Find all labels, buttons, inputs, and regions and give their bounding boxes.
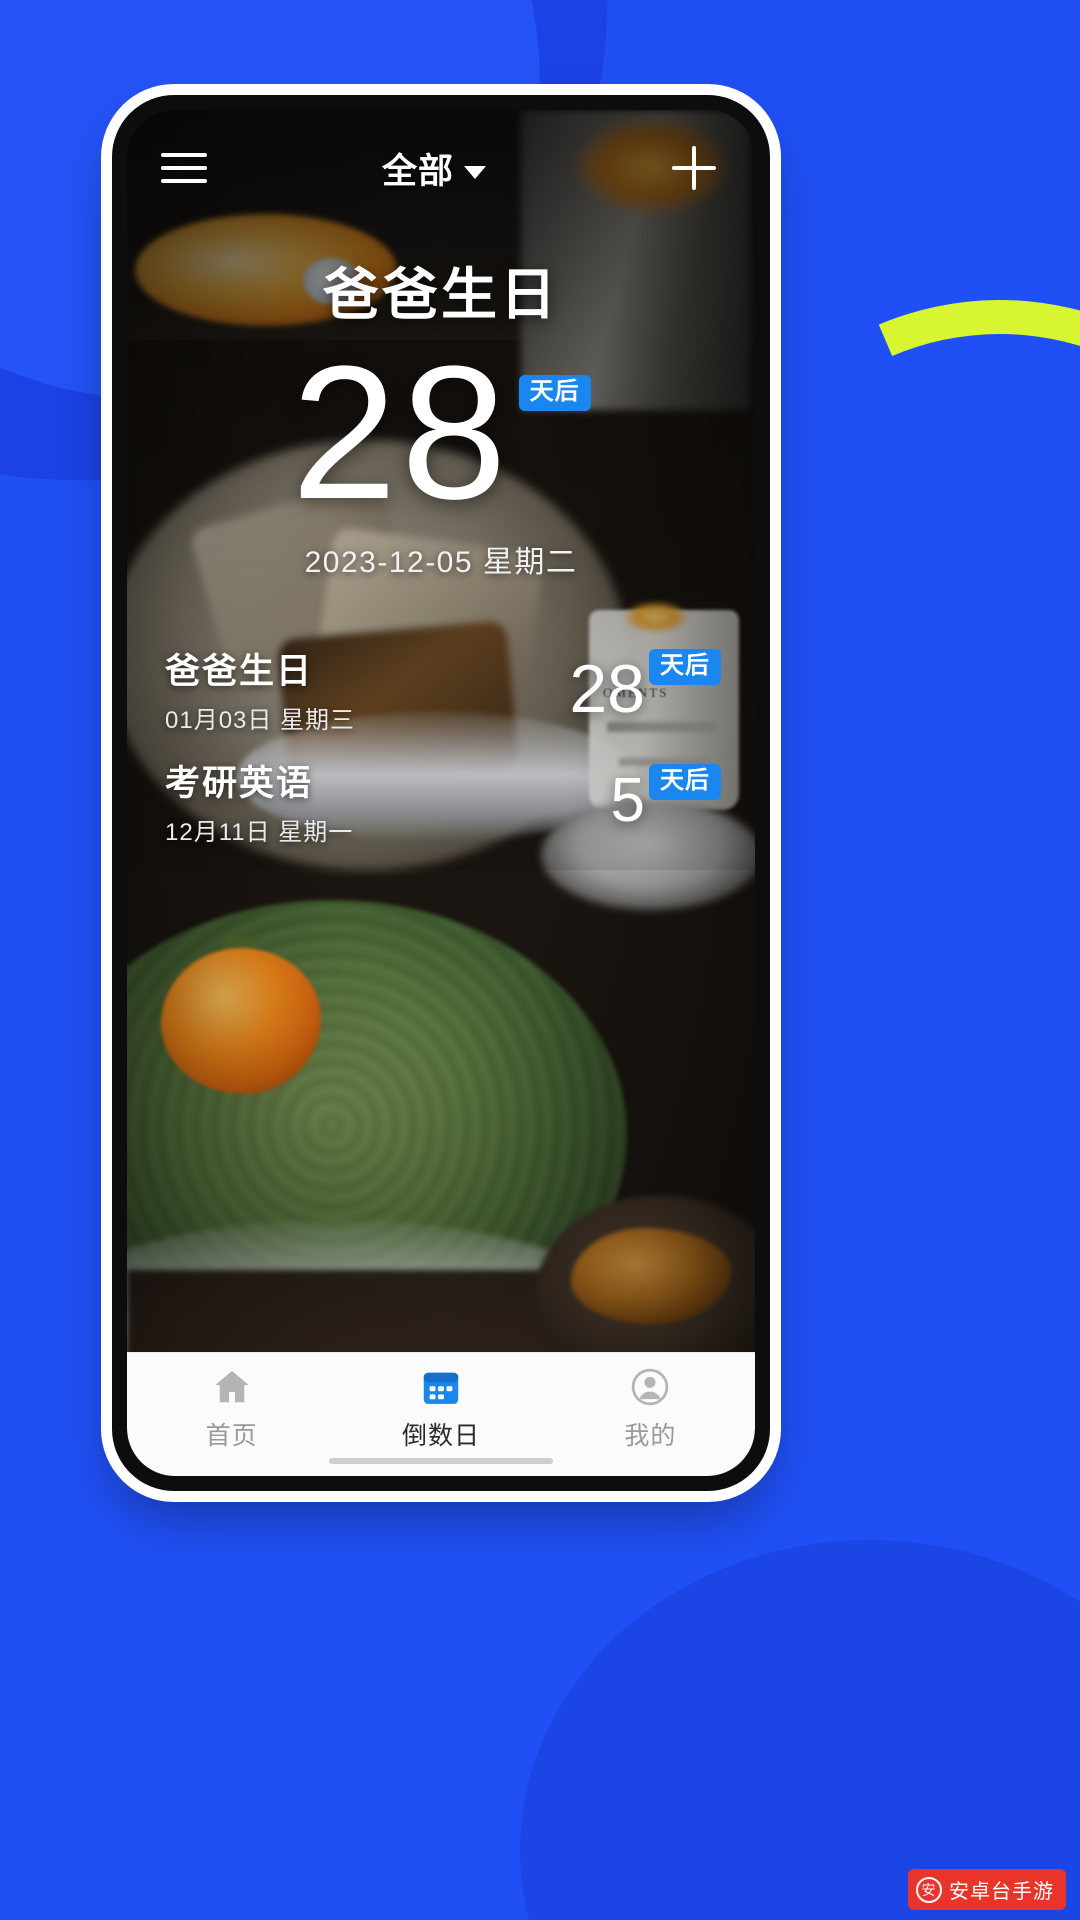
nav-label-countdown: 倒数日 bbox=[401, 1422, 480, 1450]
add-countdown-button[interactable] bbox=[667, 141, 721, 195]
phone-screen: OMENTS 全部 bbox=[127, 110, 755, 1476]
nav-label-home: 首页 bbox=[205, 1422, 258, 1450]
list-item-date: 12月11日 星期一 bbox=[165, 818, 354, 846]
nav-label-profile: 我的 bbox=[624, 1422, 677, 1450]
list-item-days-badge: 天后 bbox=[649, 648, 721, 685]
category-filter-button[interactable]: 全部 bbox=[201, 143, 667, 194]
featured-days-number: 28 bbox=[291, 327, 511, 539]
person-icon bbox=[632, 1368, 669, 1406]
calendar-icon bbox=[423, 1372, 459, 1404]
list-item[interactable]: 考研英语 12月11日 星期一 5 天后 bbox=[127, 745, 755, 857]
home-indicator-bar bbox=[329, 1458, 553, 1464]
list-item-count-group: 28 天后 bbox=[569, 648, 721, 727]
featured-title: 爸爸生日 bbox=[323, 263, 559, 326]
featured-date: 2023-12-05 星期二 bbox=[304, 545, 578, 579]
list-item-days-number: 5 bbox=[610, 765, 645, 835]
list-item[interactable]: 爸爸生日 01月03日 星期三 28 天后 bbox=[127, 633, 755, 745]
list-item-text: 爸爸生日 01月03日 星期三 bbox=[165, 643, 355, 735]
top-app-bar: 全部 bbox=[127, 110, 755, 226]
list-item-count-group: 5 天后 bbox=[610, 763, 721, 835]
list-item-title: 考研英语 bbox=[165, 763, 314, 803]
phone-mockup-frame: OMENTS 全部 bbox=[112, 95, 770, 1491]
nav-item-countdown[interactable]: 倒数日 bbox=[336, 1365, 545, 1452]
featured-days-badge: 天后 bbox=[518, 375, 591, 411]
home-icon bbox=[214, 1370, 249, 1403]
category-filter-label: 全部 bbox=[381, 151, 454, 191]
watermark-logo-icon: 安 bbox=[916, 1876, 942, 1903]
list-item-date: 01月03日 星期三 bbox=[165, 706, 356, 734]
chevron-down-icon bbox=[464, 165, 486, 179]
nav-item-profile[interactable]: 我的 bbox=[546, 1365, 755, 1452]
watermark-badge: 安 安卓台手游 bbox=[908, 1869, 1066, 1910]
bottom-navigation-bar: 首页 倒数日 我的 bbox=[127, 1352, 755, 1476]
featured-count-row: 28 天后 bbox=[291, 327, 591, 539]
list-item-days-number: 28 bbox=[569, 650, 645, 727]
countdown-list: 爸爸生日 01月03日 星期三 28 天后 考研英语 12月11日 星期一 5 … bbox=[127, 633, 755, 857]
list-item-text: 考研英语 12月11日 星期一 bbox=[165, 755, 353, 847]
watermark-text: 安卓台手游 bbox=[949, 1881, 1054, 1903]
list-item-days-badge: 天后 bbox=[649, 763, 721, 800]
list-item-title: 爸爸生日 bbox=[165, 651, 314, 691]
nav-item-home[interactable]: 首页 bbox=[127, 1365, 336, 1452]
featured-countdown-card[interactable]: 爸爸生日 28 天后 2023-12-05 星期二 bbox=[127, 226, 755, 581]
